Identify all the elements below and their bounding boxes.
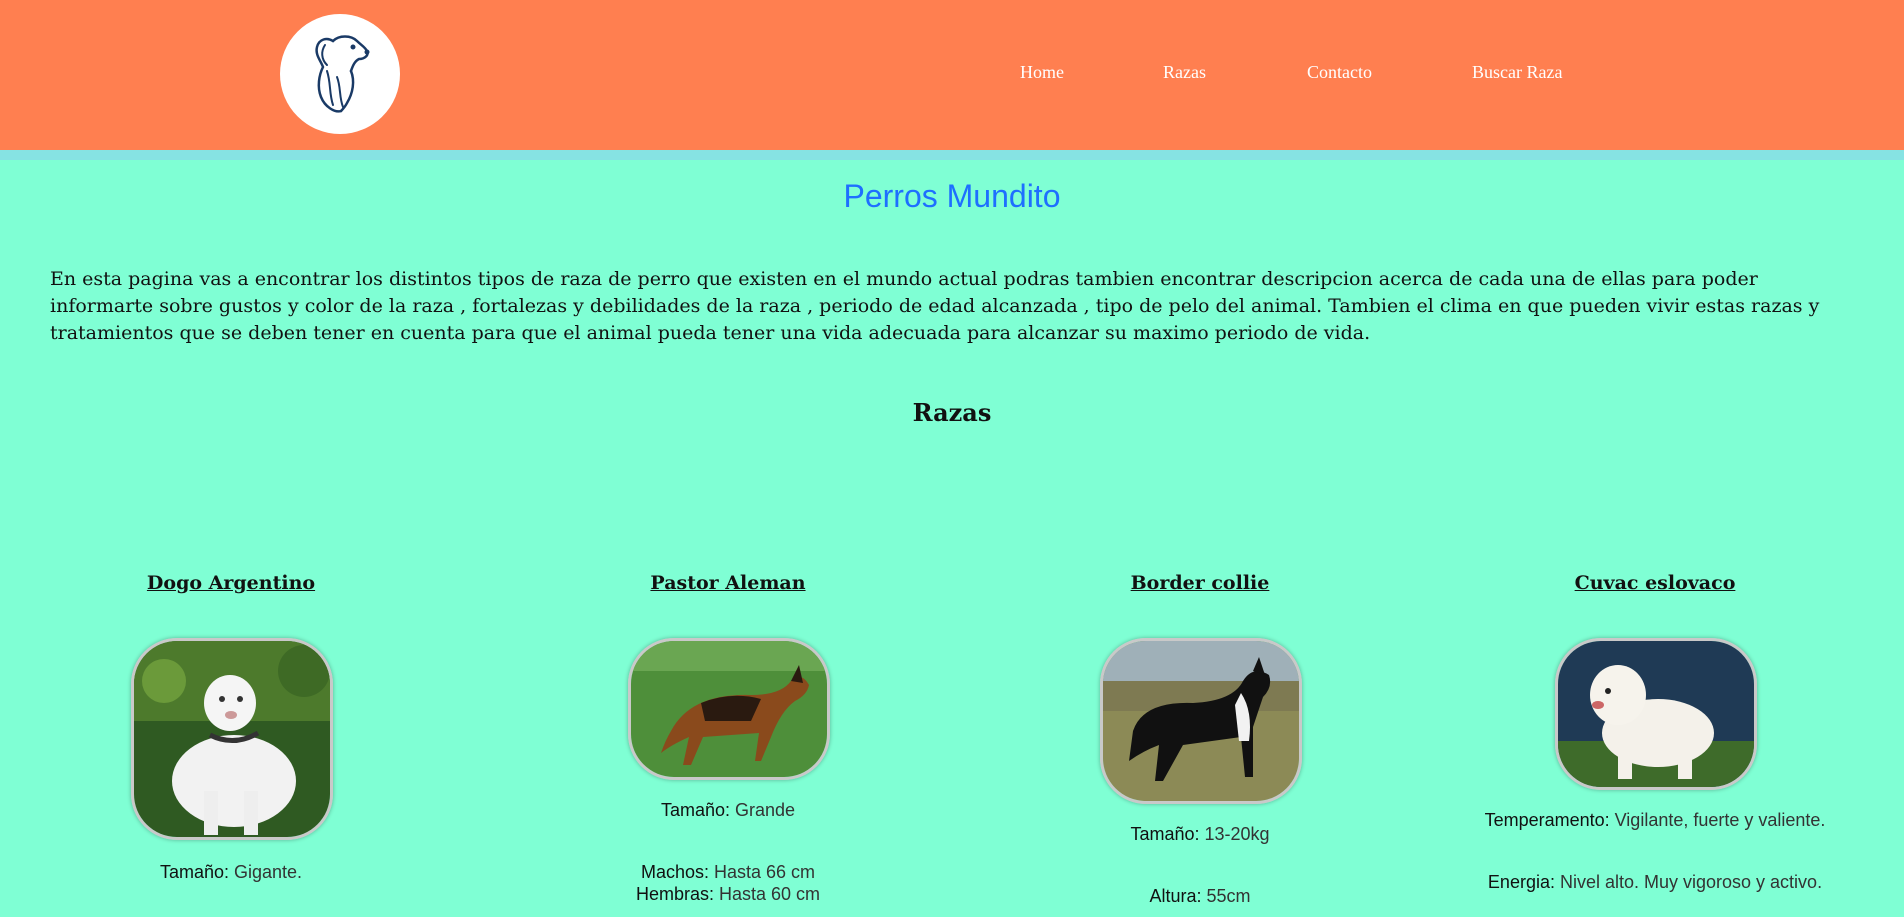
breed-card-pastor-aleman: Pastor Aleman Tamaño: Grande Machos: Has… [628, 572, 830, 912]
breed-name[interactable]: Cuvac eslovaco [1555, 572, 1755, 594]
nav-razas[interactable]: Razas [1163, 62, 1206, 83]
breed-info: Altura: 55cm [1149, 886, 1251, 906]
section-title-razas: Razas [912, 398, 992, 427]
breed-info: Energia: Nivel alto. Muy vigoroso y acti… [1487, 872, 1823, 892]
breed-info: Machos: Hasta 66 cm [640, 862, 816, 882]
nav-home[interactable]: Home [1020, 62, 1064, 83]
breed-info: Tamaño: Grande [660, 800, 796, 820]
breed-info: Temperamento: Vigilante, fuerte y valien… [1484, 810, 1826, 830]
intro-paragraph: En esta pagina vas a encontrar los disti… [50, 268, 1820, 344]
german-shepherd-photo [628, 638, 830, 780]
slovak-cuvac-photo [1555, 638, 1757, 790]
breed-info: Hembras: Hasta 60 cm [635, 884, 821, 904]
breed-card-border-collie: Border collie Tamaño: 13-20kg Altura: 55… [1100, 572, 1302, 912]
header-divider [0, 150, 1904, 160]
breed-card-cuvac-eslovaco: Cuvac eslovaco Temperamento: Vigilante, … [1485, 572, 1826, 912]
breed-info: Tamaño: 13-20kg [1130, 824, 1270, 844]
breed-name[interactable]: Border collie [1100, 572, 1300, 594]
main-nav: Home Razas Contacto Buscar Raza [0, 0, 1904, 150]
breed-name[interactable]: Pastor Aleman [628, 572, 828, 594]
nav-buscar-raza[interactable]: Buscar Raza [1472, 62, 1562, 83]
breed-name[interactable]: Dogo Argentino [131, 572, 331, 594]
border-collie-photo [1100, 638, 1302, 804]
breed-info: Tamaño: Gigante. [159, 862, 303, 882]
page-title: Perros Mundito [843, 178, 1061, 214]
breed-card-dogo-argentino: Dogo Argentino Tamaño: Gigante. [131, 572, 333, 912]
nav-contacto[interactable]: Contacto [1307, 62, 1372, 83]
white-dogo-argentino-photo [131, 638, 333, 840]
